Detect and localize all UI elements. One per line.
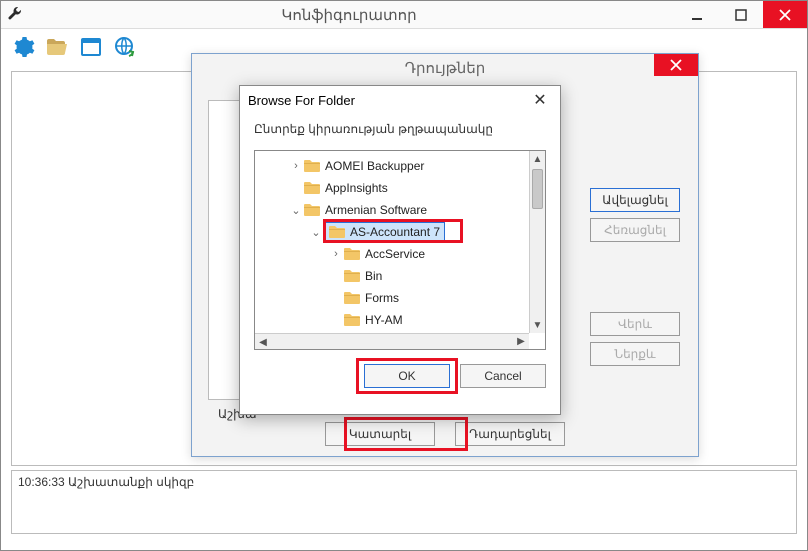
window-controls — [675, 1, 807, 28]
tree-item[interactable]: AppInsights — [255, 177, 529, 199]
status-line: 10:36:33 Աշխատանքի սկիզբ — [18, 475, 194, 489]
chevron-right-icon[interactable]: › — [329, 248, 343, 260]
cancel-settings-button[interactable]: Դադարեցնել — [455, 422, 565, 446]
tree-item-label: AOMEI Backupper — [325, 159, 424, 173]
tree-item-label: HY-AM — [365, 313, 403, 327]
scroll-up-arrow[interactable]: ▲ — [530, 151, 545, 167]
tree-item-label: Forms — [365, 291, 399, 305]
main-window-title: Կոնֆիգուրատոր — [23, 6, 675, 24]
tree-item[interactable]: ⌄ Armenian Software — [255, 199, 529, 221]
folder-open-icon[interactable] — [45, 35, 69, 59]
folder-icon — [343, 290, 361, 306]
tree-item[interactable]: Bin — [255, 265, 529, 287]
folder-icon — [343, 312, 361, 328]
vertical-scrollbar[interactable]: ▲ ▼ — [529, 151, 545, 333]
main-titlebar: Կոնֆիգուրատոր — [1, 1, 807, 29]
cancel-browse-button[interactable]: Cancel — [460, 364, 546, 388]
add-button[interactable]: Ավելացնել — [590, 188, 680, 212]
scroll-right-arrow[interactable]: ▶ — [513, 334, 529, 349]
move-up-button[interactable]: Վերև — [590, 312, 680, 336]
browse-instruction: Ընտրեք կիրառության թղթապանակը — [240, 114, 560, 142]
browse-close-button[interactable]: ✕ — [528, 90, 552, 110]
folder-icon — [343, 268, 361, 284]
gear-icon[interactable] — [11, 35, 35, 59]
scroll-thumb[interactable] — [532, 169, 543, 209]
folder-icon — [328, 224, 346, 240]
tree-item[interactable]: ⌄ AS-Accountant 7 — [255, 221, 529, 243]
tree-item-label: Armenian Software — [325, 203, 427, 217]
tree-item-label: AS-Accountant 7 — [350, 225, 440, 239]
folder-icon — [303, 202, 321, 218]
maximize-button[interactable] — [719, 1, 763, 28]
tree-item-label: AppInsights — [325, 181, 388, 195]
horizontal-scrollbar[interactable]: ◀ ▶ — [255, 333, 529, 349]
tree-item[interactable]: Forms — [255, 287, 529, 309]
chevron-down-icon[interactable]: ⌄ — [309, 226, 323, 239]
folder-icon — [303, 180, 321, 196]
minimize-button[interactable] — [675, 1, 719, 28]
ok-button[interactable]: OK — [364, 364, 450, 388]
chevron-right-icon[interactable]: › — [289, 160, 303, 172]
close-button[interactable] — [763, 1, 807, 28]
settings-titlebar: Դրույթներ — [192, 54, 698, 82]
tree-item[interactable]: HY-AM — [255, 309, 529, 331]
settings-close-button[interactable] — [654, 54, 698, 76]
move-down-button[interactable]: Ներքև — [590, 342, 680, 366]
tree-item[interactable]: › AOMEI Backupper — [255, 155, 529, 177]
globe-refresh-icon[interactable] — [113, 35, 137, 59]
remove-button[interactable]: Հեռացնել — [590, 218, 680, 242]
browse-title: Browse For Folder — [248, 93, 528, 108]
browse-folder-dialog: Browse For Folder ✕ Ընտրեք կիրառության թ… — [239, 85, 561, 415]
chevron-down-icon[interactable]: ⌄ — [289, 204, 303, 217]
window-icon[interactable] — [79, 35, 103, 59]
folder-icon — [343, 246, 361, 262]
scroll-down-arrow[interactable]: ▼ — [530, 317, 545, 333]
scroll-left-arrow[interactable]: ◀ — [255, 335, 271, 350]
tree-item-label: AccService — [365, 247, 425, 261]
settings-title: Դրույթներ — [192, 59, 698, 77]
execute-button[interactable]: Կատարել — [325, 422, 435, 446]
folder-tree[interactable]: ›AOMEI BackupperAppInsights⌄Armenian Sof… — [254, 150, 546, 350]
status-log: 10:36:33 Աշխատանքի սկիզբ — [11, 470, 797, 534]
browse-titlebar: Browse For Folder ✕ — [240, 86, 560, 114]
wrench-icon — [7, 7, 23, 23]
tree-item-label: Bin — [365, 269, 382, 283]
folder-icon — [303, 158, 321, 174]
tree-item[interactable]: › AccService — [255, 243, 529, 265]
